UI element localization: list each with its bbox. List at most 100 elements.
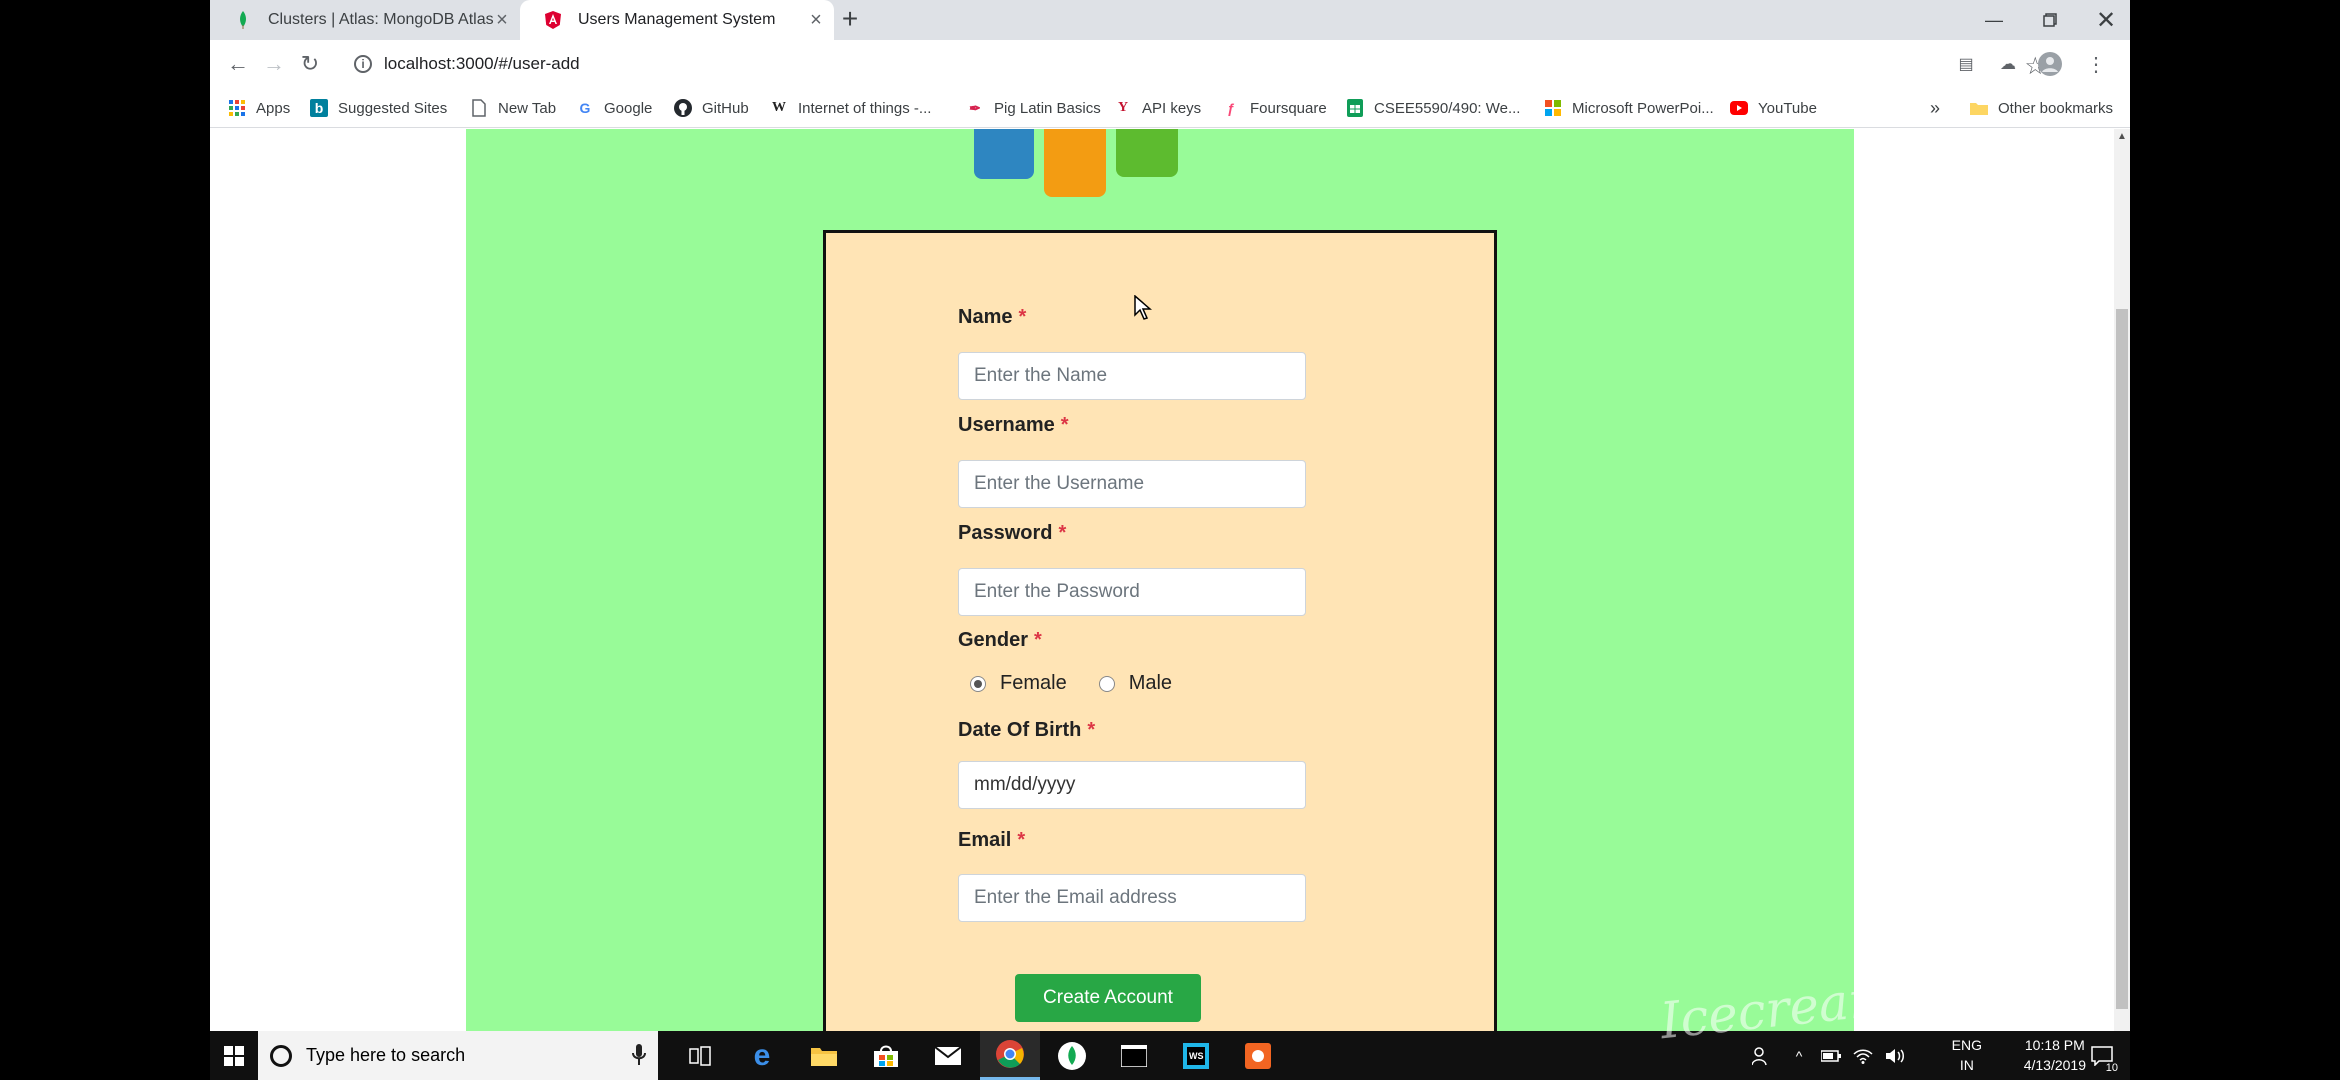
- bookmark-github[interactable]: GitHub: [674, 88, 749, 128]
- file-explorer-icon[interactable]: [794, 1031, 854, 1080]
- folder-icon: [1970, 99, 1988, 117]
- mail-icon[interactable]: [918, 1031, 978, 1080]
- windows-start-button[interactable]: [210, 1031, 258, 1080]
- bookmark-label: GitHub: [702, 99, 749, 117]
- microphone-icon[interactable]: [632, 1043, 646, 1067]
- required-mark: *: [1034, 629, 1042, 651]
- bookmark-microsoft-powerpoint[interactable]: Microsoft PowerPoi...: [1544, 88, 1714, 128]
- tab-users-management[interactable]: Users Management System ×: [520, 0, 834, 40]
- tab-strip: Clusters | Atlas: MongoDB Atlas × Users …: [210, 0, 2130, 40]
- edge-browser-icon[interactable]: e: [732, 1031, 792, 1080]
- chrome-window: Clusters | Atlas: MongoDB Atlas × Users …: [210, 0, 2130, 1031]
- bookmark-internet-of-things[interactable]: W Internet of things -...: [770, 88, 931, 128]
- bookmark-label: YouTube: [1758, 99, 1817, 117]
- browser-toolbar: ← → ↻ i localhost:3000/#/user-add ☆ ▤ ☁ …: [210, 40, 2130, 88]
- action-center-icon[interactable]: 10: [2082, 1031, 2122, 1080]
- recorder-app-icon[interactable]: [1228, 1031, 1288, 1080]
- bookmark-pig-latin[interactable]: ✒ Pig Latin Basics: [966, 88, 1101, 128]
- gender-label: Gender *: [958, 629, 1042, 652]
- other-bookmarks-folder[interactable]: Other bookmarks: [1970, 88, 2113, 128]
- female-radio[interactable]: [970, 675, 986, 692]
- task-view-icon[interactable]: [670, 1031, 730, 1080]
- volume-icon[interactable]: [1880, 1031, 1910, 1080]
- bookmark-google[interactable]: G Google: [576, 88, 653, 128]
- taskbar-search-box[interactable]: Type here to search: [258, 1031, 658, 1080]
- profile-avatar[interactable]: [2038, 52, 2062, 76]
- webstorm-icon[interactable]: WS: [1166, 1031, 1226, 1080]
- scrollbar-thumb[interactable]: [2116, 309, 2128, 1009]
- required-mark: *: [1060, 414, 1069, 436]
- email-input[interactable]: Enter the Email address: [958, 874, 1306, 922]
- bookmark-apps[interactable]: Apps: [228, 88, 290, 128]
- microsoft-store-icon[interactable]: [856, 1031, 916, 1080]
- minimize-button[interactable]: —: [1966, 0, 2022, 40]
- bookmarks-bar: Apps b Suggested Sites New Tab G Google: [210, 88, 2130, 128]
- logo-blue-block: [974, 129, 1034, 179]
- bookmark-new-tab[interactable]: New Tab: [470, 88, 556, 128]
- bookmark-csee5590[interactable]: CSEE5590/490: We...: [1346, 88, 1520, 128]
- close-tab-icon[interactable]: ×: [806, 10, 826, 30]
- wifi-icon[interactable]: [1848, 1031, 1878, 1080]
- url-text[interactable]: localhost:3000/#/user-add: [384, 54, 580, 74]
- extension-icon[interactable]: ▤: [1954, 52, 1978, 76]
- bookmark-label: Apps: [256, 99, 291, 117]
- back-button[interactable]: ←: [222, 48, 254, 80]
- username-placeholder: Enter the Username: [974, 473, 1145, 494]
- chrome-taskbar-icon[interactable]: [980, 1031, 1040, 1080]
- region-code: IN: [1959, 1057, 1974, 1073]
- close-tab-icon[interactable]: ×: [492, 10, 512, 30]
- bookmark-youtube[interactable]: YouTube: [1730, 88, 1817, 128]
- dob-placeholder: mm/dd/yyyy: [974, 774, 1076, 795]
- name-label-text: Name: [958, 306, 1013, 328]
- mongodb-compass-icon[interactable]: [1042, 1031, 1102, 1080]
- battery-icon[interactable]: [1816, 1031, 1846, 1080]
- page-scrollbar[interactable]: ▲: [2114, 129, 2130, 1031]
- scroll-up-arrow-icon[interactable]: ▲: [2117, 131, 2127, 142]
- info-icon[interactable]: i: [354, 55, 372, 73]
- new-tab-button[interactable]: +: [834, 4, 866, 36]
- bookmark-label: Pig Latin Basics: [994, 99, 1101, 117]
- tab-mongodb-atlas[interactable]: Clusters | Atlas: MongoDB Atlas ×: [210, 0, 520, 40]
- bookmark-label: API keys: [1142, 99, 1202, 117]
- username-input[interactable]: Enter the Username: [958, 460, 1306, 508]
- mouse-cursor-icon: [1134, 294, 1153, 321]
- tab-title: Users Management System: [578, 11, 776, 28]
- cloud-extension-icon[interactable]: ☁: [1996, 52, 2020, 76]
- bookmark-suggested-sites[interactable]: b Suggested Sites: [310, 88, 447, 128]
- feather-icon: ✒: [969, 99, 981, 116]
- terminal-icon[interactable]: [1104, 1031, 1164, 1080]
- create-account-button[interactable]: Create Account: [1015, 974, 1201, 1022]
- address-bar[interactable]: i localhost:3000/#/user-add ☆: [346, 46, 2080, 82]
- reload-button[interactable]: ↻: [294, 48, 326, 80]
- app-logo: [974, 129, 1178, 197]
- cortana-icon: [270, 1044, 292, 1067]
- required-mark: *: [1087, 719, 1096, 741]
- foursquare-icon: ƒ: [1227, 100, 1235, 116]
- bookmark-api-keys[interactable]: Y API keys: [1114, 88, 1201, 128]
- dob-input[interactable]: mm/dd/yyyy: [958, 761, 1306, 809]
- show-hidden-icons-chevron-icon[interactable]: ^: [1784, 1031, 1814, 1080]
- male-radio-label[interactable]: Male: [1129, 672, 1172, 695]
- male-radio[interactable]: [1098, 675, 1115, 692]
- system-clock[interactable]: 10:18 PM 4/13/2019: [2024, 1035, 2086, 1075]
- restore-button[interactable]: [2022, 0, 2078, 40]
- dob-label: Date Of Birth *: [958, 719, 1095, 742]
- microsoft-icon: [1544, 99, 1562, 117]
- more-bookmarks-button[interactable]: »: [1930, 88, 1940, 128]
- email-label-text: Email: [958, 829, 1012, 851]
- female-radio-label[interactable]: Female: [1000, 672, 1067, 695]
- name-input[interactable]: Enter the Name: [958, 352, 1306, 400]
- bookmark-foursquare[interactable]: ƒ Foursquare: [1222, 88, 1327, 128]
- sheets-icon: [1346, 99, 1364, 117]
- password-label-text: Password: [958, 522, 1053, 544]
- bookmark-label: CSEE5590/490: We...: [1374, 99, 1521, 117]
- bookmark-label: Other bookmarks: [1998, 99, 2114, 117]
- input-language-indicator[interactable]: ENG IN: [1952, 1035, 1982, 1075]
- dob-label-text: Date Of Birth: [958, 719, 1082, 741]
- password-input[interactable]: Enter the Password: [958, 568, 1306, 616]
- chrome-menu-icon[interactable]: ⋮: [2084, 52, 2108, 76]
- forward-button[interactable]: →: [258, 48, 290, 80]
- required-mark: *: [1018, 306, 1027, 328]
- password-label: Password *: [958, 522, 1066, 545]
- close-window-button[interactable]: ✕: [2078, 0, 2130, 40]
